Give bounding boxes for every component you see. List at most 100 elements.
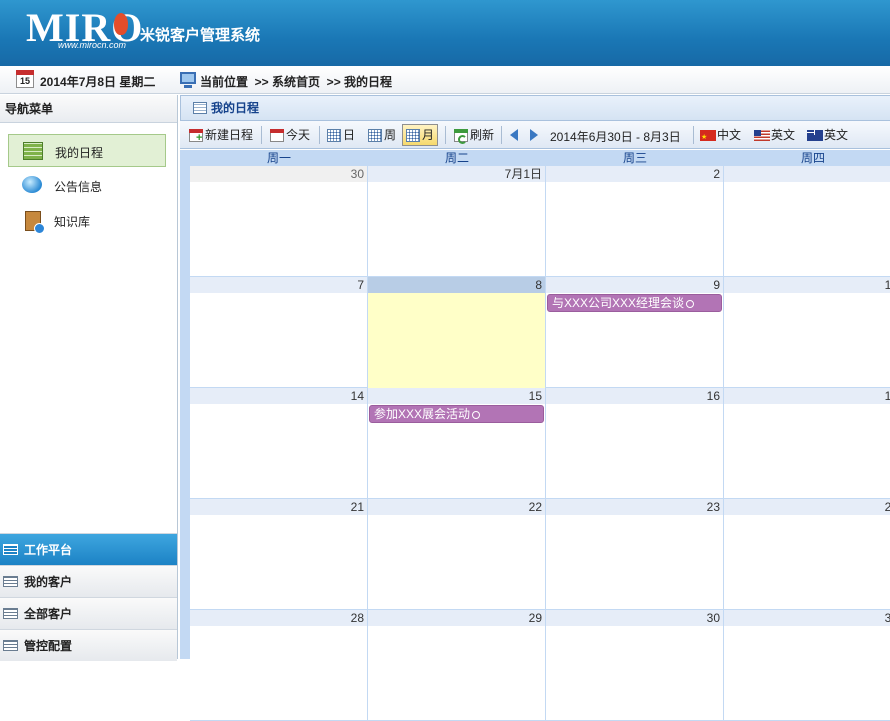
weekday-header-row: 周一 周二 周三 周四: [190, 150, 890, 166]
week-view-button[interactable]: 周: [364, 124, 400, 146]
calendar-day-cell[interactable]: 30: [546, 610, 724, 721]
accordion-all-customers[interactable]: 全部客户: [0, 597, 177, 629]
month-view-button[interactable]: 月: [402, 124, 439, 146]
calendar-day-cell[interactable]: 24: [724, 499, 890, 610]
sidebar-item-my-schedule[interactable]: 我的日程: [8, 134, 166, 167]
calendar-day-cell[interactable]: 7月1日: [368, 166, 546, 277]
button-label: 刷新: [470, 128, 495, 142]
day-number: 23: [546, 499, 723, 515]
calendar-day-cell[interactable]: 31: [724, 610, 890, 721]
date-range-label: 2014年6月30日 - 8月3日: [550, 130, 681, 144]
button-label: 中文: [717, 128, 742, 142]
system-name: 米锐客户管理系统: [140, 27, 261, 44]
toolbar-divider: [693, 126, 694, 144]
calendar-day-cell[interactable]: 30: [190, 166, 368, 277]
calendar-left-strip: [180, 150, 190, 659]
weekday-header: 周一: [266, 151, 291, 165]
accordion-label: 我的客户: [24, 575, 73, 589]
lang-chinese-button[interactable]: 中文: [697, 124, 745, 148]
calendar-day-cell[interactable]: 29: [368, 610, 546, 721]
lang-english-au-button[interactable]: 英文: [804, 124, 852, 146]
calendar-day-cell[interactable]: 22: [368, 499, 546, 610]
calendar-day-cell[interactable]: 9 与XXX公司XXX经理会谈: [546, 277, 724, 388]
day-number: 16: [546, 388, 723, 404]
schedule-icon: [193, 102, 207, 114]
accordion-label: 全部客户: [24, 607, 73, 621]
nav-menu-title: 导航菜单: [0, 95, 177, 123]
day-number: 8: [368, 277, 545, 293]
month-view-icon: [406, 129, 420, 142]
calendar-day-cell[interactable]: 23: [546, 499, 724, 610]
toolbar-divider: [261, 126, 262, 144]
calendar-day-cell[interactable]: 10: [724, 277, 890, 388]
logo-url: www.mirocn.com: [58, 40, 127, 50]
calendar-day-cell[interactable]: 17: [724, 388, 890, 499]
event-title: 参加XXX展会活动: [374, 407, 471, 421]
week-view-icon: [368, 129, 382, 142]
day-view-button[interactable]: 日: [323, 124, 359, 146]
today-icon: [270, 129, 284, 142]
breadcrumb: 当前位置 >> 系统首页 >> 我的日程: [200, 75, 393, 89]
computer-icon: [180, 72, 196, 88]
accordion-control-config[interactable]: 管控配置: [0, 629, 177, 661]
calendar-event[interactable]: 与XXX公司XXX经理会谈: [547, 294, 722, 312]
accordion-work-platform[interactable]: 工作平台: [0, 533, 177, 565]
sidebar-item-label: 公告信息: [54, 180, 103, 194]
main-panel: 我的日程 新建日程 今天 日 周 月 刷新: [180, 95, 890, 721]
list-icon: [3, 640, 18, 651]
day-number: 17: [724, 388, 890, 404]
header-banner: MIRO www.mirocn.com 米锐客户管理系统: [0, 0, 890, 66]
sidebar: 导航菜单 我的日程 公告信息 知识库 工作平台 我的客户 全部客户 管控配置: [0, 95, 178, 661]
calendar-day-cell[interactable]: 3: [724, 166, 890, 277]
day-number: 30: [190, 166, 367, 182]
day-number: 24: [724, 499, 890, 515]
accordion-label: 管控配置: [24, 639, 73, 653]
calendar-day-cell[interactable]: 16: [546, 388, 724, 499]
sidebar-item-knowledge-base[interactable]: 知识库: [8, 204, 166, 237]
sidebar-item-label: 知识库: [54, 215, 91, 229]
button-label: 今天: [286, 128, 311, 142]
calendar-day-cell[interactable]: 15 参加XXX展会活动: [368, 388, 546, 499]
list-icon: [3, 576, 18, 587]
weekday-header: 周三: [622, 151, 647, 165]
calendar-day-cell[interactable]: 7: [190, 277, 368, 388]
day-number: 22: [368, 499, 545, 515]
lang-english-us-button[interactable]: 英文: [751, 124, 799, 146]
day-number: 28: [190, 610, 367, 626]
refresh-icon: [454, 129, 468, 144]
us-flag-icon: [754, 130, 770, 141]
day-number: 3: [724, 166, 890, 182]
next-period-icon[interactable]: [530, 129, 538, 141]
button-label: 月: [422, 128, 435, 142]
day-view-icon: [327, 129, 341, 142]
new-schedule-button[interactable]: 新建日程: [185, 124, 257, 146]
calendar-event[interactable]: 参加XXX展会活动: [369, 405, 544, 423]
calendar-day-cell[interactable]: 28: [190, 610, 368, 721]
day-number: 9: [546, 277, 723, 293]
weekday-header: 周二: [444, 151, 469, 165]
australia-flag-icon: [807, 130, 823, 141]
event-title: 与XXX公司XXX经理会谈: [552, 296, 685, 310]
toolbar-divider: [445, 126, 446, 144]
calendar-day-cell-today[interactable]: 8: [368, 277, 546, 388]
calendar-day-cell[interactable]: 14: [190, 388, 368, 499]
calendar-week-row: 21 22 23 24: [190, 499, 890, 610]
calendar-week-row: 30 7月1日 2 3: [190, 166, 890, 277]
previous-period-icon[interactable]: [510, 129, 518, 141]
today-button[interactable]: 今天: [266, 124, 314, 146]
sidebar-item-announcements[interactable]: 公告信息: [8, 169, 166, 202]
day-number: 29: [368, 610, 545, 626]
calendar-day-cell[interactable]: 2: [546, 166, 724, 277]
book-icon: [25, 211, 45, 234]
clock-icon: [686, 299, 695, 308]
accordion-my-customers[interactable]: 我的客户: [0, 565, 177, 597]
china-flag-icon: [700, 128, 716, 148]
toolbar-divider: [501, 126, 502, 144]
button-label: 英文: [771, 128, 796, 142]
refresh-button[interactable]: 刷新: [450, 124, 498, 146]
clock-icon: [472, 410, 481, 419]
sidebar-item-label: 我的日程: [55, 146, 104, 160]
day-number: 30: [546, 610, 723, 626]
calendar-day-cell[interactable]: 21: [190, 499, 368, 610]
chat-bubble-icon: [22, 176, 42, 193]
